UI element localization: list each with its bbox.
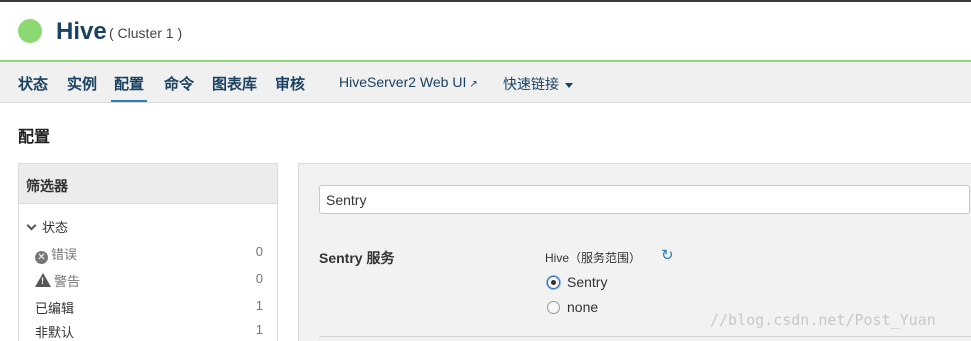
- tab-audits[interactable]: 审核: [275, 73, 305, 94]
- tab-status[interactable]: 状态: [18, 73, 48, 94]
- refresh-icon[interactable]: ↻: [661, 246, 674, 264]
- filter-row-label: 警告: [54, 274, 81, 289]
- hiveserver2-web-ui-link[interactable]: HiveServer2 Web UI ↗: [339, 74, 478, 90]
- service-status-icon: [18, 19, 42, 43]
- error-icon: ✕: [35, 251, 48, 264]
- filter-row-count: 0: [255, 244, 263, 259]
- filter-row-warnings[interactable]: 警告 0: [35, 271, 263, 290]
- filter-row-non-default[interactable]: 非默认 1: [35, 322, 263, 341]
- tab-charts-library[interactable]: 图表库: [212, 73, 257, 94]
- watermark: //blog.csdn.net/Post_Yuan: [710, 311, 936, 329]
- filter-row-label: 非默认: [35, 325, 75, 340]
- filter-group-status[interactable]: 状态: [26, 217, 69, 236]
- radio-checked-icon[interactable]: [547, 276, 560, 289]
- web-ui-label: HiveServer2 Web UI: [339, 74, 467, 90]
- radio-option-none[interactable]: none: [547, 299, 598, 315]
- divider: [319, 336, 971, 337]
- filter-row-count: 1: [255, 298, 263, 313]
- service-title: Hive: [56, 18, 107, 45]
- filter-title: 筛选器: [19, 164, 277, 204]
- tab-configuration[interactable]: 配置: [111, 73, 148, 102]
- radio-label: none: [567, 299, 599, 315]
- filter-row-count: 0: [255, 271, 263, 286]
- cluster-label[interactable]: ( Cluster 1 ): [109, 25, 182, 41]
- config-search-input[interactable]: [319, 185, 970, 214]
- filter-row-edited[interactable]: 已编辑 1: [35, 298, 263, 317]
- external-link-icon: ↗: [469, 79, 478, 90]
- filter-row-count: 1: [255, 322, 263, 337]
- filter-panel: 筛选器 状态 ✕错误 0 警告 0 已编辑 1 非默认 1: [18, 163, 278, 341]
- service-header: Hive ( Cluster 1 ): [0, 0, 971, 62]
- filter-row-label: 已编辑: [35, 301, 75, 316]
- service-nav: 状态 实例 配置 命令 图表库 审核 HiveServer2 Web UI ↗ 快…: [0, 63, 971, 103]
- filter-group-label: 状态: [42, 220, 69, 235]
- scope-label: Hive（服务范围）: [545, 251, 642, 265]
- quick-links-label: 快速链接: [503, 76, 559, 92]
- tab-instances[interactable]: 实例: [67, 73, 97, 94]
- filter-row-label: 错误: [51, 247, 78, 262]
- tab-commands[interactable]: 命令: [164, 73, 194, 94]
- page-title: 配置: [18, 129, 51, 146]
- caret-down-icon: [565, 82, 573, 88]
- chevron-down-icon: [26, 220, 37, 231]
- warning-icon: [35, 273, 51, 287]
- radio-unchecked-icon[interactable]: [547, 301, 560, 314]
- radio-option-sentry[interactable]: Sentry: [547, 274, 607, 290]
- quick-links-dropdown[interactable]: 快速链接: [503, 74, 573, 94]
- property-label: Sentry 服务: [319, 250, 395, 266]
- radio-label: Sentry: [567, 274, 608, 290]
- filter-row-errors[interactable]: ✕ 错误 0: [35, 244, 263, 264]
